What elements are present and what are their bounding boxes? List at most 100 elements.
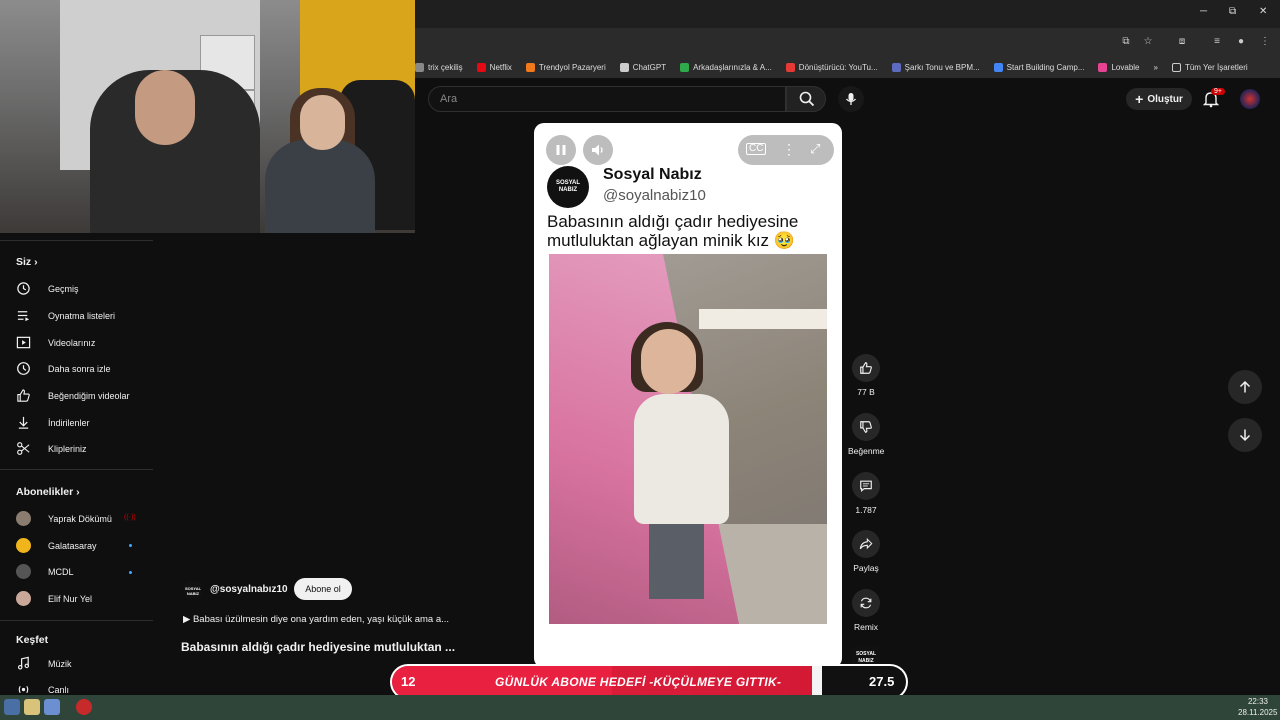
playlist-icon [17,311,30,322]
channel-avatar [16,511,31,526]
sidebar-item-label: Beğendiğim videolar [48,390,130,401]
bookmark-item[interactable]: Şarkı Tonu ve BPM... [891,62,980,72]
explore-section-title: Keşfet [16,634,49,646]
bookmark-item[interactable]: Arkadaşlarınızla & A... [680,62,772,72]
os-taskbar [0,695,1280,720]
thumbs-down-icon [860,421,872,433]
trendyol-icon [525,62,535,72]
all-bookmarks-button[interactable]: Tüm Yer İşaretleri [1171,62,1248,72]
sidebar-item-music[interactable]: Müzik [16,656,72,671]
share-button[interactable]: Paylaş [848,530,884,573]
pause-button[interactable] [546,135,576,165]
bookmark-item[interactable]: trix çekiliş [415,62,463,72]
subscription-item[interactable]: Galatasaray [16,538,97,553]
install-icon[interactable]: ⧉ [1120,36,1132,48]
thumbs-up-icon [17,389,30,402]
bookmark-item[interactable]: ChatGPT [619,62,666,72]
taskbar-app-icon[interactable] [4,699,20,715]
subscription-label: Elif Nur Yel [48,593,93,604]
bookmark-item[interactable]: Dönüştürücü: YouTu... [785,62,878,72]
star-icon[interactable]: ☆ [1142,36,1154,48]
sidebar-item-downloads[interactable]: İndirilenler [16,415,90,430]
dislike-button[interactable]: Beğenme [848,413,884,456]
bookmarks-more-button[interactable]: » [1154,63,1158,72]
watch-later-icon [17,362,30,375]
sidebar-item-label: Klipleriniz [48,443,87,454]
video-title[interactable]: Babasının aldığı çadır hediyesine mutlul… [181,640,455,654]
sosyal-nabiz-logo: SOSYAL NABIZ [547,166,589,208]
close-button[interactable]: ✕ [1259,6,1267,17]
volume-icon [592,144,603,156]
sidebar-divider [0,469,153,470]
fullscreen-icon[interactable]: ⤢ [810,141,820,157]
sidebar-item-your-videos[interactable]: Videolarınız [16,335,95,350]
taskbar-app-icon[interactable] [44,699,60,715]
sidebar-item-liked-videos[interactable]: Beğendiğim videolar [16,388,130,403]
subscription-label: MCDL [48,566,74,577]
subscription-item[interactable]: MCDL [16,564,74,579]
account-avatar[interactable] [1240,89,1260,109]
like-count: 77 B [857,387,875,397]
bookmark-label: Lovable [1111,62,1140,72]
download-icon [18,416,29,429]
create-button[interactable]: + Oluştur [1126,88,1192,110]
sidebar-item-history[interactable]: Geçmiş [16,281,79,296]
previous-short-button[interactable] [1228,370,1262,404]
scissors-icon [17,442,30,455]
menu-kebab-icon[interactable]: ⋮ [1259,36,1271,48]
next-short-button[interactable] [1228,418,1262,452]
bookmark-item[interactable]: Lovable [1098,62,1140,72]
more-options-icon[interactable]: ⋮ [782,141,796,158]
sidebar-item-label: Daha sonra izle [48,363,111,374]
minimize-button[interactable]: ─ [1200,6,1207,17]
your-videos-icon [16,336,31,349]
media-icon[interactable]: ≡ [1211,36,1223,48]
remix-button[interactable]: Remix [848,589,884,632]
subscriptions-section-title[interactable]: Abonelikler › [16,486,80,498]
search-button[interactable] [786,86,826,112]
chevron-right-icon: › [76,486,80,498]
new-content-dot [129,571,132,574]
bookmark-item[interactable]: Trendyol Pazaryeri [525,62,606,72]
arrow-down-icon [1239,429,1251,442]
subscribe-button[interactable]: Abone ol [294,578,352,600]
taskbar-app-icon[interactable] [24,699,40,715]
chatgpt-icon [619,62,629,72]
taskbar-app-icon[interactable] [76,699,92,715]
captions-icon[interactable]: CC [746,143,767,155]
video-description[interactable]: ▶ Babası üzülmesin diye ona yardım eden,… [183,614,449,625]
pause-icon [556,145,566,155]
subscription-item[interactable]: Elif Nur Yel [16,591,92,606]
voice-search-button[interactable] [838,86,864,112]
notification-badge: 9+ [1211,88,1225,95]
webcam-overlay [0,0,415,233]
all-bookmarks-label: Tüm Yer İşaretleri [1184,62,1248,72]
volume-button[interactable] [583,135,613,165]
subscription-item[interactable]: Yaprak Dökümü [16,511,112,526]
sidebar-item-label: Oynatma listeleri [48,310,116,321]
channel-avatar[interactable]: SOSYAL NABIZ [183,580,203,600]
you-section-title[interactable]: Siz › [16,256,38,268]
channel-handle[interactable]: @sosyalnabız10 [210,584,288,595]
sidebar-item-watch-later[interactable]: Daha sonra izle [16,361,111,376]
bookmark-icon [993,62,1003,72]
clock-time: 22:33 [1247,697,1268,706]
sidebar-item-clips[interactable]: Klipleriniz [16,441,87,456]
mic-icon [846,93,856,105]
profile-icon[interactable]: ● [1235,36,1247,48]
music-icon [17,656,30,670]
extensions-icon[interactable]: ⧈ [1176,36,1188,48]
comments-button[interactable]: 1.787 [848,472,884,515]
bookmark-label: Dönüştürücü: YouTu... [798,62,878,72]
maximize-button[interactable]: ⧉ [1229,6,1236,17]
goal-value: 27.5 [869,674,895,689]
bookmark-icon [680,62,690,72]
bookmark-label: Netflix [489,62,512,72]
bookmark-item[interactable]: Start Building Camp... [993,62,1084,72]
sidebar-item-label: Videolarınız [48,337,96,348]
taskbar-clock[interactable]: 22:33 28.11.2025 [1238,696,1277,718]
sidebar-item-playlists[interactable]: Oynatma listeleri [16,308,115,323]
like-button[interactable]: 77 B [848,354,884,397]
bookmark-item[interactable]: Netflix [476,62,512,72]
search-input[interactable]: Ara [428,86,786,112]
